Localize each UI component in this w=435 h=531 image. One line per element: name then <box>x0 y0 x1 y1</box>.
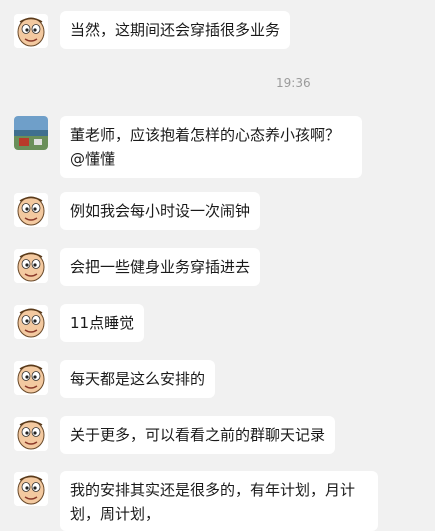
message-bubble[interactable]: 每天都是这么安排的 <box>60 360 216 398</box>
cartoon-avatar-icon[interactable] <box>14 193 48 227</box>
message-bubble[interactable]: 关于更多，可以看看之前的群聊天记录 <box>60 416 336 454</box>
message-bubble[interactable]: 董老师，应该抱着怎样的心态养小孩啊？@懂懂 <box>60 116 362 178</box>
cartoon-avatar-icon[interactable] <box>14 472 48 506</box>
message-bubble[interactable]: 会把一些健身业务穿插进去 <box>60 248 261 286</box>
message-bubble[interactable]: 11点睡觉 <box>60 304 145 342</box>
cartoon-avatar-icon[interactable] <box>14 361 48 395</box>
message-bubble[interactable]: 例如我会每小时设一次闹钟 <box>60 192 261 230</box>
message-bubble[interactable]: 当然，这期间还会穿插很多业务 <box>60 11 291 49</box>
cartoon-avatar-icon[interactable] <box>14 249 48 283</box>
cartoon-avatar-icon[interactable] <box>14 14 48 48</box>
message-bubble[interactable]: 我的安排其实还是很多的，有年计划，月计划，周计划， <box>60 471 378 531</box>
landscape-avatar-icon[interactable] <box>14 116 48 150</box>
cartoon-avatar-icon[interactable] <box>14 417 48 451</box>
cartoon-avatar-icon[interactable] <box>14 305 48 339</box>
